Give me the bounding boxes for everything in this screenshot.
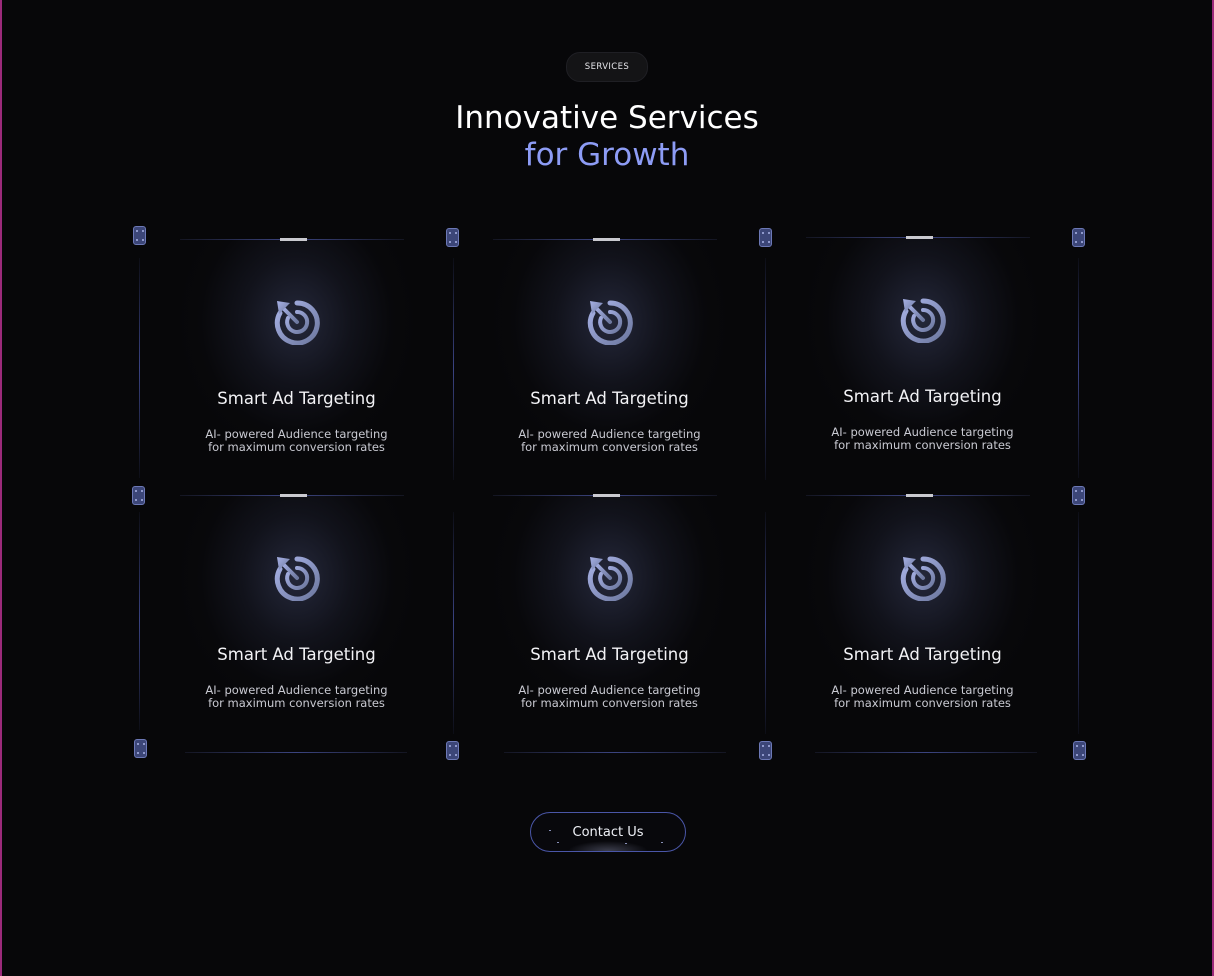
- card-title: Smart Ad Targeting: [843, 645, 1002, 664]
- card-glow: [453, 495, 766, 751]
- section-heading: Innovative Services for Growth: [0, 100, 1214, 174]
- grid-line-bottom: [815, 752, 1037, 753]
- card-title: Smart Ad Targeting: [530, 645, 689, 664]
- card-desc-line: for maximum conversion rates: [834, 438, 1011, 452]
- card-description: AI- powered Audience targeting for maxim…: [766, 426, 1079, 452]
- target-arrow-icon: [900, 556, 946, 601]
- card-top-indicator: [280, 238, 307, 241]
- grid-node: [1072, 228, 1085, 247]
- grid-node: [1073, 741, 1086, 760]
- section-badge: SERVICES: [566, 52, 648, 82]
- sparkle-dot: [557, 842, 559, 843]
- contact-us-label: Contact Us: [572, 824, 644, 840]
- grid-node: [1072, 486, 1085, 505]
- grid-node: [133, 226, 146, 245]
- card-description: AI- powered Audience targeting for maxim…: [140, 684, 453, 710]
- card-top-indicator: [593, 238, 620, 241]
- card-description: AI- powered Audience targeting for maxim…: [453, 428, 766, 454]
- card-desc-line: for maximum conversion rates: [521, 440, 698, 454]
- card-title: Smart Ad Targeting: [217, 645, 376, 664]
- card-top-indicator: [280, 494, 307, 497]
- service-card[interactable]: Smart Ad Targeting AI- powered Audience …: [453, 238, 766, 495]
- card-description: AI- powered Audience targeting for maxim…: [766, 684, 1079, 710]
- card-desc-line: for maximum conversion rates: [521, 696, 698, 710]
- card-desc-line: for maximum conversion rates: [208, 696, 385, 710]
- target-arrow-icon: [274, 556, 320, 601]
- grid-node: [446, 741, 459, 760]
- grid-node: [759, 741, 772, 760]
- target-arrow-icon: [900, 298, 946, 343]
- sparkle-dot: [661, 842, 663, 843]
- target-arrow-icon: [274, 300, 320, 345]
- card-description: AI- powered Audience targeting for maxim…: [453, 684, 766, 710]
- card-title: Smart Ad Targeting: [530, 389, 689, 408]
- grid-node: [134, 739, 147, 758]
- grid-line-bottom: [185, 752, 407, 753]
- service-card[interactable]: Smart Ad Targeting AI- powered Audience …: [766, 494, 1079, 751]
- service-card[interactable]: Smart Ad Targeting AI- powered Audience …: [140, 238, 453, 495]
- service-card[interactable]: Smart Ad Targeting AI- powered Audience …: [766, 236, 1079, 493]
- card-top-indicator: [593, 494, 620, 497]
- card-glow: [453, 239, 766, 495]
- card-glow: [140, 495, 453, 751]
- card-title: Smart Ad Targeting: [843, 387, 1002, 406]
- grid-node: [446, 228, 459, 247]
- card-desc-line: for maximum conversion rates: [834, 696, 1011, 710]
- card-glow: [766, 237, 1079, 493]
- grid-node: [132, 486, 145, 505]
- sparkle-dot: [625, 843, 627, 844]
- sparkle-dot: [549, 830, 551, 831]
- card-glow: [140, 239, 453, 495]
- card-top-indicator: [906, 494, 933, 497]
- card-glow: [766, 495, 1079, 751]
- card-description: AI- powered Audience targeting for maxim…: [140, 428, 453, 454]
- card-top-indicator: [906, 236, 933, 239]
- service-card[interactable]: Smart Ad Targeting AI- powered Audience …: [453, 494, 766, 751]
- heading-line-1: Innovative Services: [455, 100, 759, 136]
- target-arrow-icon: [587, 556, 633, 601]
- heading-line-2: for Growth: [524, 137, 690, 173]
- service-card[interactable]: Smart Ad Targeting AI- powered Audience …: [140, 494, 453, 751]
- grid-line-bottom: [504, 752, 726, 753]
- contact-us-button[interactable]: Contact Us: [530, 812, 686, 852]
- card-title: Smart Ad Targeting: [217, 389, 376, 408]
- target-arrow-icon: [587, 300, 633, 345]
- grid-node: [759, 228, 772, 247]
- card-desc-line: for maximum conversion rates: [208, 440, 385, 454]
